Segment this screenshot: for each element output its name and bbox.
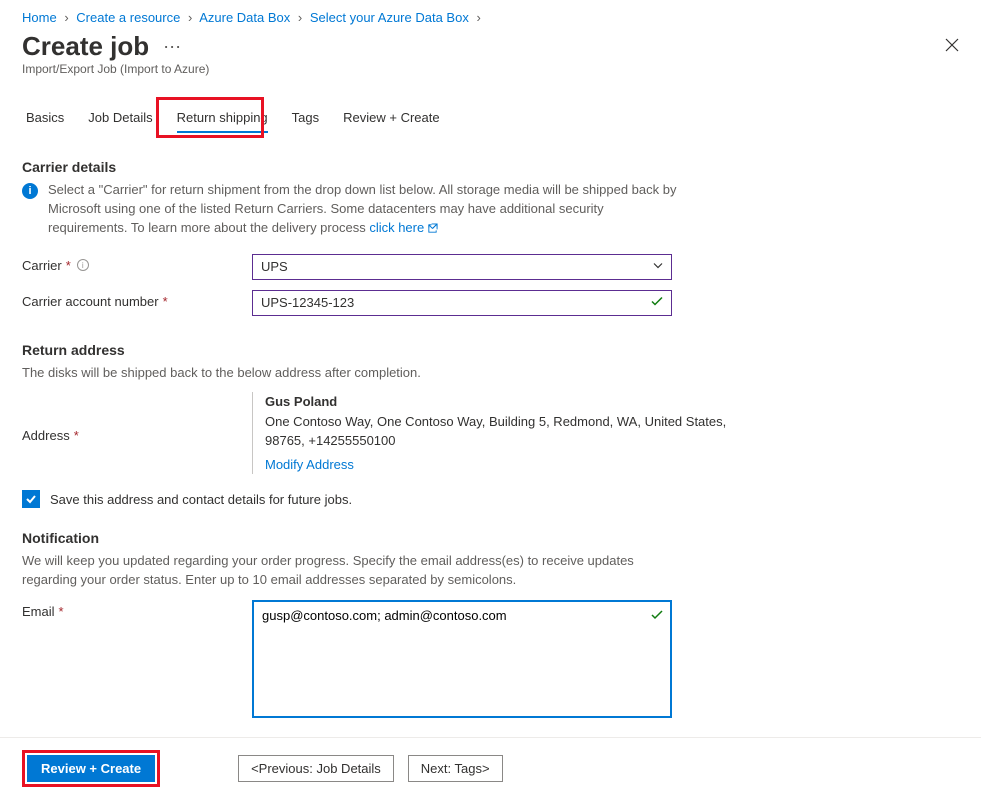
address-label-text: Address (22, 428, 70, 443)
carrier-info-text: Select a "Carrier" for return shipment f… (48, 182, 676, 235)
address-name: Gus Poland (265, 392, 752, 412)
breadcrumb-home[interactable]: Home (22, 10, 57, 25)
modify-address-link[interactable]: Modify Address (265, 455, 354, 475)
page-title: Create job (22, 31, 149, 62)
check-icon (25, 493, 37, 505)
required-indicator: * (59, 604, 64, 619)
info-text: Select a "Carrier" for return shipment f… (48, 181, 682, 238)
breadcrumb-create-resource[interactable]: Create a resource (76, 10, 180, 25)
close-icon (945, 38, 959, 52)
carrier-value: UPS (261, 259, 288, 274)
help-icon[interactable]: i (77, 259, 89, 271)
breadcrumb-select-data-box[interactable]: Select your Azure Data Box (310, 10, 469, 25)
account-input-wrap (252, 290, 672, 316)
review-create-button[interactable]: Review + Create (27, 755, 155, 782)
account-label: Carrier account number * (22, 290, 252, 309)
tab-review-create[interactable]: Review + Create (331, 102, 451, 135)
link-text: click here (369, 219, 424, 238)
highlight-review-button: Review + Create (22, 750, 160, 787)
tab-job-details[interactable]: Job Details (76, 102, 164, 135)
section-carrier-title: Carrier details (22, 159, 959, 175)
page-subtitle: Import/Export Job (Import to Azure) (0, 62, 981, 80)
more-actions-button[interactable]: ⋯ (163, 38, 181, 56)
previous-button[interactable]: <Previous: Job Details (238, 755, 394, 782)
close-button[interactable] (945, 38, 959, 55)
valid-check-icon (650, 608, 664, 625)
breadcrumb: Home › Create a resource › Azure Data Bo… (0, 0, 981, 29)
email-textarea[interactable] (252, 600, 672, 718)
footer-bar: Review + Create <Previous: Job Details N… (0, 737, 981, 799)
click-here-link[interactable]: click here (369, 219, 438, 238)
tab-tags[interactable]: Tags (280, 102, 331, 135)
address-label: Address * (22, 392, 252, 474)
return-desc: The disks will be shipped back to the be… (22, 364, 682, 383)
section-return-title: Return address (22, 342, 959, 358)
carrier-label: Carrier * i (22, 254, 252, 273)
info-banner: i Select a "Carrier" for return shipment… (22, 181, 682, 238)
notification-desc: We will keep you updated regarding your … (22, 552, 682, 590)
carrier-select[interactable]: UPS (252, 254, 672, 280)
save-address-checkbox[interactable] (22, 490, 40, 508)
external-link-icon (427, 223, 438, 234)
required-indicator: * (74, 428, 79, 443)
account-label-text: Carrier account number (22, 294, 159, 309)
valid-check-icon (650, 294, 664, 311)
address-line: One Contoso Way, One Contoso Way, Buildi… (265, 412, 752, 451)
email-label-text: Email (22, 604, 55, 619)
tab-basics[interactable]: Basics (22, 102, 76, 135)
chevron-down-icon (652, 259, 664, 274)
tab-return-shipping[interactable]: Return shipping (165, 102, 280, 135)
required-indicator: * (66, 258, 71, 273)
section-notification-title: Notification (22, 530, 959, 546)
breadcrumb-data-box[interactable]: Azure Data Box (199, 10, 290, 25)
chevron-right-icon: › (60, 10, 72, 25)
carrier-label-text: Carrier (22, 258, 62, 273)
email-label: Email * (22, 600, 252, 619)
address-content: Gus Poland One Contoso Way, One Contoso … (252, 392, 752, 474)
info-icon: i (22, 183, 38, 199)
save-address-label: Save this address and contact details fo… (50, 492, 352, 507)
chevron-right-icon: › (472, 10, 484, 25)
chevron-right-icon: › (294, 10, 306, 25)
required-indicator: * (163, 294, 168, 309)
chevron-right-icon: › (184, 10, 196, 25)
carrier-account-input[interactable] (261, 295, 643, 310)
next-button[interactable]: Next: Tags> (408, 755, 503, 782)
tab-bar: Basics Job Details Return shipping Tags … (0, 80, 981, 135)
